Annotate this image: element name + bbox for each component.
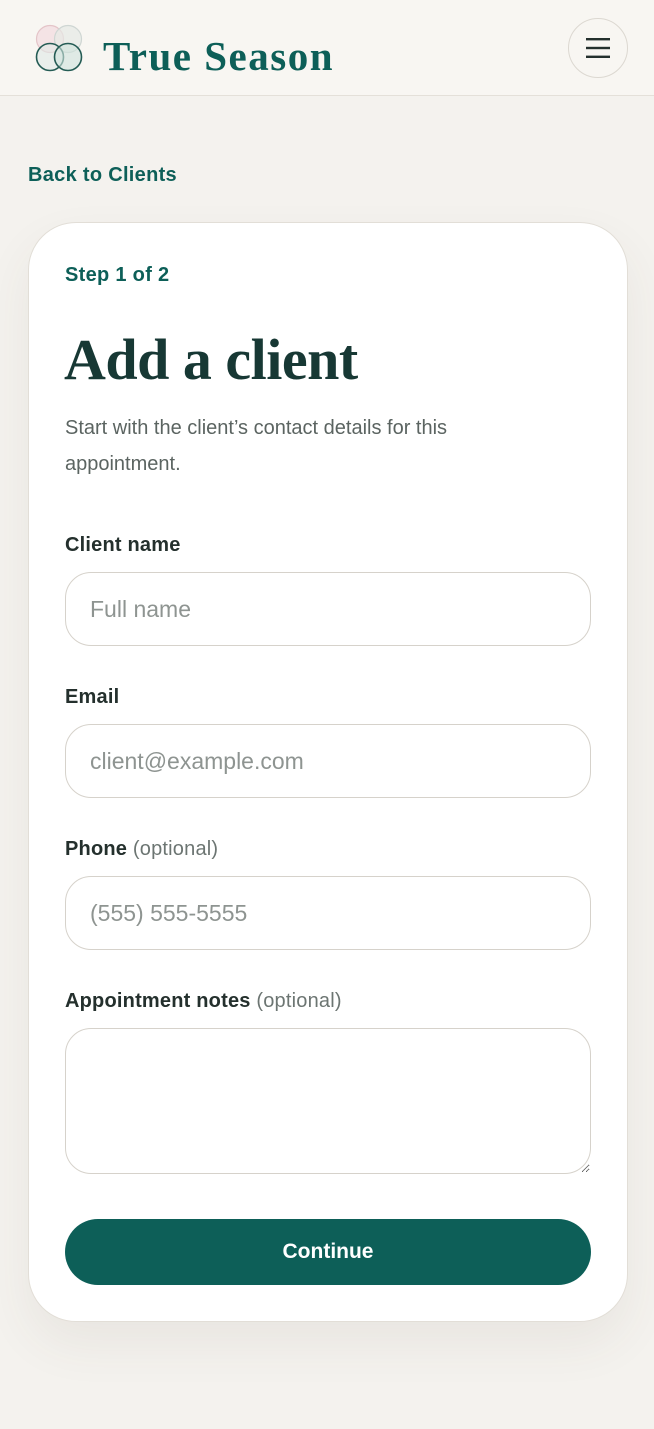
logo-icon: [35, 24, 83, 72]
phone-label: Phone (optional): [65, 836, 218, 862]
email-label: Email: [65, 684, 119, 710]
hamburger-menu-icon: [586, 38, 610, 58]
brand-name[interactable]: True Season: [103, 32, 334, 80]
appointment-notes-label-text: Appointment notes: [65, 990, 251, 1012]
notes-optional-hint: (optional): [256, 990, 342, 1012]
back-to-clients-link[interactable]: Back to Clients: [28, 162, 177, 188]
appointment-notes-label: Appointment notes (optional): [65, 988, 342, 1014]
appointment-notes-textarea[interactable]: [65, 1028, 591, 1174]
email-input[interactable]: [65, 724, 591, 798]
client-name-label: Client name: [65, 532, 181, 558]
menu-button[interactable]: [568, 18, 628, 78]
phone-optional-hint: (optional): [132, 838, 219, 860]
phone-label-text: Phone: [65, 838, 128, 860]
client-name-input[interactable]: [65, 572, 591, 646]
app-header: True Season: [0, 0, 654, 96]
email-label-text: Email: [65, 686, 120, 708]
client-name-label-text: Client name: [65, 534, 181, 556]
page-title: Add a client: [64, 327, 358, 392]
add-client-card: Step 1 of 2 Add a client Start with the …: [28, 222, 628, 1322]
phone-input[interactable]: [65, 876, 591, 950]
step-indicator: Step 1 of 2: [65, 264, 170, 286]
continue-button[interactable]: Continue: [65, 1219, 591, 1285]
page-subtitle: Start with the client’s contact details …: [65, 417, 448, 475]
